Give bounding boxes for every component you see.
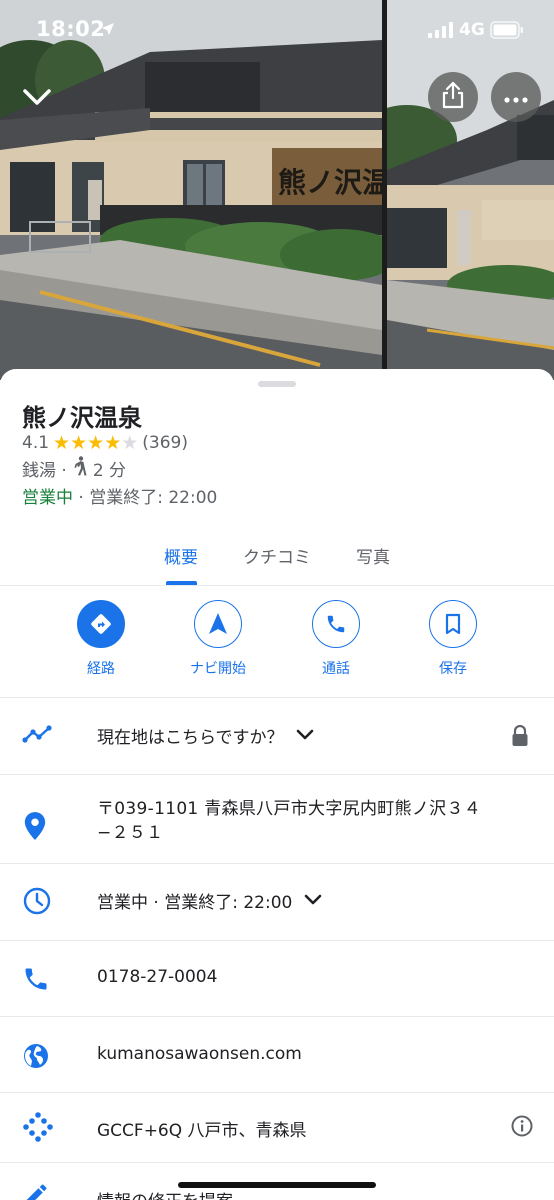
- location-pin-icon: [22, 811, 48, 845]
- rating-row[interactable]: 4.1 ★ ★ ★ ★ ★ (369): [22, 432, 188, 454]
- info-icon[interactable]: [511, 1115, 533, 1141]
- website-link[interactable]: kumanosawaonsen.com: [97, 1044, 302, 1064]
- address-text: 〒039-1101 青森県八戸市大字尻内町熊ノ沢３４−２５１: [97, 799, 482, 843]
- star-icon: ★: [70, 431, 88, 454]
- place-title: 熊ノ沢温泉: [22, 404, 142, 432]
- rating-value: 4.1: [22, 433, 50, 453]
- tab-reviews[interactable]: クチコミ: [243, 543, 311, 568]
- star-rating: ★ ★ ★ ★ ★: [53, 431, 139, 454]
- directions-icon: [77, 600, 125, 648]
- action-buttons: 経路 ナビ開始 通話 保存: [0, 587, 554, 698]
- home-indicator[interactable]: [178, 1182, 376, 1188]
- place-details-sheet: 熊ノ沢温泉 4.1 ★ ★ ★ ★ ★ (369) 銭湯 · 2 分 営業中 ·…: [0, 369, 554, 1200]
- collapse-button[interactable]: [14, 76, 60, 122]
- save-label: 保存: [439, 661, 467, 677]
- phone-icon: [312, 600, 360, 648]
- phone-number: 0178-27-0004: [97, 967, 218, 987]
- phone-row[interactable]: 0178-27-0004: [0, 941, 554, 1017]
- chevron-down-icon: [22, 87, 52, 111]
- location-arrow-icon: [101, 21, 115, 40]
- location-prompt: 現在地はこちらですか？: [97, 723, 314, 748]
- suggest-edit-label: 情報の修正を提案: [97, 1187, 233, 1200]
- save-button[interactable]: 保存: [403, 600, 503, 678]
- more-options-button[interactable]: [491, 72, 541, 122]
- place-category: 銭湯 ·: [22, 460, 67, 481]
- cellular-signal-icon: [428, 22, 454, 42]
- sheet-drag-handle[interactable]: [258, 381, 296, 387]
- tab-photos[interactable]: 写真: [356, 543, 390, 568]
- hours-text: 営業中 · 営業終了: 22:00: [97, 893, 293, 913]
- bookmark-icon: [429, 600, 477, 648]
- globe-icon: [22, 1042, 50, 1074]
- hours-row[interactable]: 営業中 · 営業終了: 22:00: [0, 864, 554, 941]
- trend-line-icon: [22, 725, 52, 749]
- website-row[interactable]: kumanosawaonsen.com: [0, 1017, 554, 1093]
- call-label: 通話: [322, 661, 350, 677]
- plus-code-row[interactable]: GCCF+6Q 八戸市、青森県: [0, 1093, 554, 1163]
- walking-icon: [73, 455, 87, 481]
- star-icon: ★: [53, 431, 71, 454]
- star-icon: ★: [121, 431, 139, 454]
- start-navigation-button[interactable]: ナビ開始: [168, 600, 268, 678]
- pencil-icon: [22, 1181, 50, 1200]
- tab-bar: 概要 クチコミ 写真: [0, 537, 554, 586]
- opening-status: 営業中 · 営業終了: 22:00: [22, 483, 217, 508]
- chevron-down-icon[interactable]: [296, 726, 314, 746]
- plus-code-text: GCCF+6Q 八戸市、青森県: [97, 1121, 307, 1141]
- building-sign-text: 熊ノ沢温: [278, 166, 382, 199]
- directions-button[interactable]: 経路: [51, 600, 151, 678]
- plus-code-icon: [22, 1111, 54, 1147]
- directions-label: 経路: [87, 661, 115, 677]
- review-count: (369): [142, 433, 188, 453]
- navigation-arrow-icon: [194, 600, 242, 648]
- address-row[interactable]: 〒039-1101 青森県八戸市大字尻内町熊ノ沢３４−２５１: [0, 775, 554, 864]
- status-bar: 18:02 4G: [0, 0, 554, 60]
- clock-icon: [22, 886, 52, 920]
- tab-overview[interactable]: 概要: [164, 543, 198, 568]
- star-icon: ★: [87, 431, 105, 454]
- location-check-row[interactable]: 現在地はこちらですか？: [0, 698, 554, 775]
- closing-time: · 営業終了: 22:00: [73, 488, 218, 508]
- battery-icon: [490, 21, 524, 43]
- location-prompt-label: 現在地はこちらですか？: [97, 728, 284, 748]
- active-tab-indicator: [166, 581, 197, 585]
- category-row: 銭湯 · 2 分: [22, 455, 127, 481]
- phone-icon: [22, 965, 50, 997]
- star-icon: ★: [104, 431, 122, 454]
- lock-icon: [511, 724, 529, 751]
- share-button[interactable]: [428, 72, 478, 122]
- share-icon: [441, 81, 465, 113]
- more-horizontal-icon: [504, 88, 528, 107]
- walk-time: 2 分: [92, 460, 127, 481]
- call-button[interactable]: 通話: [286, 600, 386, 678]
- chevron-down-icon[interactable]: [304, 891, 322, 911]
- open-now-label: 営業中: [22, 488, 73, 508]
- hours-detail: 営業中 · 営業終了: 22:00: [97, 888, 322, 913]
- network-type: 4G: [459, 20, 485, 40]
- status-time: 18:02: [36, 17, 106, 41]
- photo-gallery[interactable]: 熊ノ沢温 18:02 4G: [0, 0, 554, 380]
- start-navigation-label: ナビ開始: [190, 661, 246, 677]
